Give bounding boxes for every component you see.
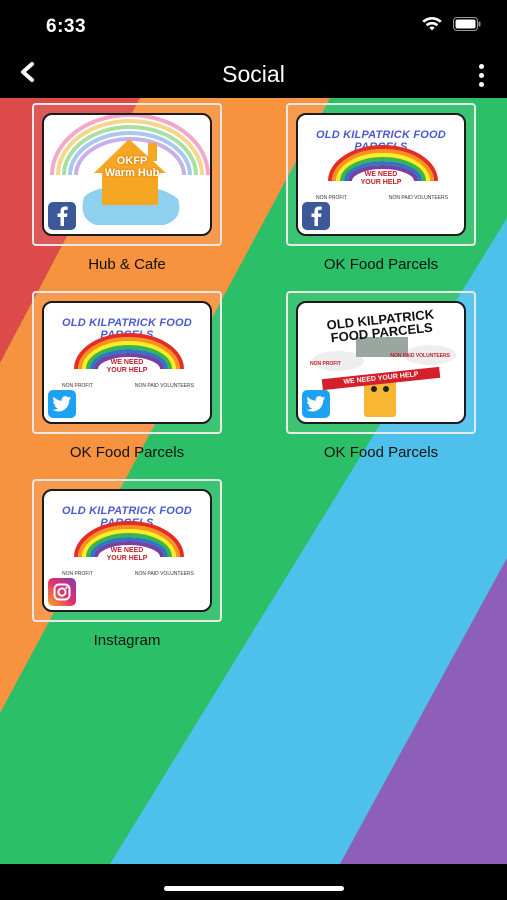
tile-image: OLD KILPATRICK FOOD PARCELS NON PROFIT N… (296, 301, 466, 424)
volunteers-text: NON PAID VOLUNTEERS (390, 353, 450, 359)
more-vertical-icon (478, 63, 484, 69)
we-need-your-help-text: WE NEED YOUR HELP (106, 359, 148, 374)
social-content: OKFP Warm Hub Hub & Cafe OLD KILPATRICK … (0, 98, 507, 864)
social-tile-hub-cafe[interactable]: OKFP Warm Hub Hub & Cafe (32, 103, 222, 273)
tile-image: OLD KILPATRICK FOOD PARCELS WE NEED YOUR… (296, 113, 466, 236)
volunteers-text: NON PAID VOLUNTEERS (134, 383, 194, 389)
tile-frame: OLD KILPATRICK FOOD PARCELS WE NEED YOUR… (32, 291, 222, 434)
non-profit-text: NON PROFIT (310, 361, 341, 367)
more-button[interactable] (469, 60, 493, 90)
tile-label: OK Food Parcels (323, 444, 439, 461)
tile-frame: OLD KILPATRICK FOOD PARCELS WE NEED YOUR… (286, 103, 476, 246)
wifi-icon (421, 16, 443, 32)
volunteers-text: NON PAID VOLUNTEERS (134, 571, 194, 577)
hub-logo-text: OKFP Warm Hub (104, 155, 160, 179)
non-profit-text: NON PROFIT (62, 383, 93, 389)
status-bar: 6:33 (0, 0, 507, 50)
tile-label: Instagram (93, 632, 161, 649)
social-tile-ok-food-parcels-facebook[interactable]: OLD KILPATRICK FOOD PARCELS WE NEED YOUR… (286, 103, 476, 273)
facebook-icon (302, 202, 330, 230)
tile-image: OLD KILPATRICK FOOD PARCELS WE NEED YOUR… (42, 301, 212, 424)
page-title: Social (222, 61, 285, 87)
instagram-icon (48, 578, 76, 606)
battery-icon (453, 17, 481, 31)
tile-frame: OKFP Warm Hub (32, 103, 222, 246)
tile-label: OK Food Parcels (323, 256, 439, 273)
tile-image: OLD KILPATRICK FOOD PARCELS WE NEED YOUR… (42, 489, 212, 612)
non-profit-text: NON PROFIT (62, 571, 93, 577)
status-icons (421, 16, 481, 32)
home-bar-area (0, 864, 507, 900)
non-profit-text: NON PROFIT (316, 195, 347, 201)
nav-bar: Social (0, 50, 507, 98)
social-tile-ok-food-parcels-twitter[interactable]: OLD KILPATRICK FOOD PARCELS WE NEED YOUR… (32, 291, 222, 461)
we-need-your-help-text: WE NEED YOUR HELP (106, 547, 148, 562)
social-tile-ok-food-parcels-twitter-alt[interactable]: OLD KILPATRICK FOOD PARCELS NON PROFIT N… (286, 291, 476, 461)
tile-frame: OLD KILPATRICK FOOD PARCELS NON PROFIT N… (286, 291, 476, 434)
tile-image: OKFP Warm Hub (42, 113, 212, 236)
status-time: 6:33 (46, 16, 87, 37)
volunteers-text: NON PAID VOLUNTEERS (388, 195, 448, 201)
tile-label: Hub & Cafe (88, 256, 166, 273)
tile-frame: OLD KILPATRICK FOOD PARCELS WE NEED YOUR… (32, 479, 222, 622)
home-indicator[interactable] (164, 886, 344, 891)
twitter-icon (302, 390, 330, 418)
we-need-your-help-text: WE NEED YOUR HELP (360, 171, 402, 186)
tile-label: OK Food Parcels (69, 444, 185, 461)
social-tile-instagram[interactable]: OLD KILPATRICK FOOD PARCELS WE NEED YOUR… (32, 479, 222, 649)
twitter-icon (48, 390, 76, 418)
facebook-icon (48, 202, 76, 230)
